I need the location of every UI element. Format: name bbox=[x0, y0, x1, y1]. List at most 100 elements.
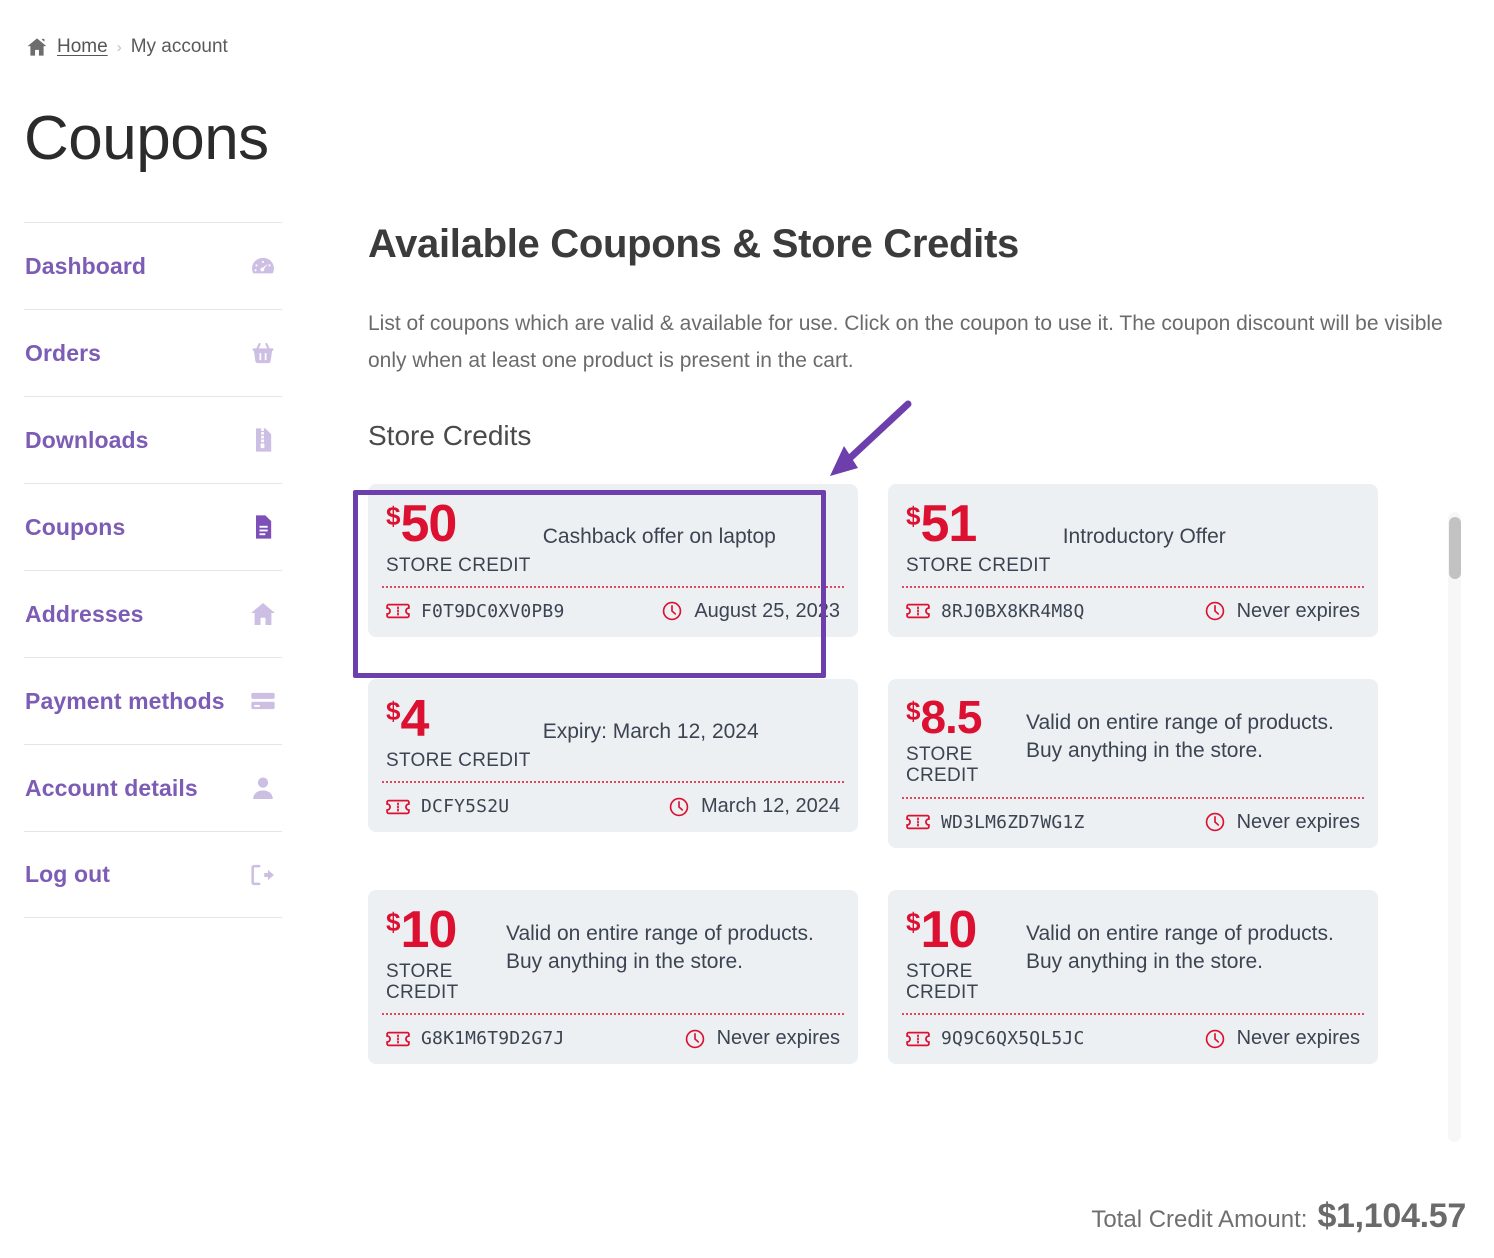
coupon-amount-value: 8.5 bbox=[920, 690, 982, 743]
coupon-slot: $8.5 STORE CREDIT Valid on entire range of… bbox=[888, 678, 1378, 848]
coupon-expiry-group: Never expires bbox=[684, 1027, 840, 1050]
coupon-credit-label: STORE CREDIT bbox=[386, 554, 531, 576]
scrollbar-track[interactable] bbox=[1448, 512, 1461, 1142]
coupon-slot: $10 STORE CREDIT Valid on entire range of … bbox=[368, 889, 858, 1065]
breadcrumb: Home › My account bbox=[26, 36, 228, 58]
sidebar-item-payment-methods[interactable]: Payment methods bbox=[24, 657, 282, 744]
coupon-amount-value: 51 bbox=[920, 494, 977, 553]
coupon-amount-block: $50 STORE CREDIT bbox=[386, 498, 531, 576]
coupon-card-top: $51 STORE CREDIT Introductory Offer bbox=[906, 498, 1360, 586]
sidebar-item-account-details[interactable]: Account details bbox=[24, 744, 282, 831]
home-icon bbox=[26, 36, 48, 58]
breadcrumb-home-link[interactable]: Home bbox=[57, 36, 108, 58]
sidebar-item-label: Account details bbox=[25, 774, 198, 801]
breadcrumb-separator-icon: › bbox=[116, 38, 122, 56]
coupon-expiry: Never expires bbox=[1236, 810, 1360, 833]
sidebar-item-label: Log out bbox=[25, 861, 110, 887]
page-title: Coupons bbox=[24, 104, 269, 173]
coupon-code: WD3LM6ZD7WG1Z bbox=[941, 811, 1085, 833]
section-title-store-credits: Store Credits bbox=[368, 419, 532, 451]
coupon-amount-value: 4 bbox=[400, 689, 429, 748]
coupon-currency-symbol: $ bbox=[906, 500, 921, 531]
coupon-code-group: G8K1M6T9D2G7J bbox=[386, 1028, 564, 1049]
ticket-icon bbox=[906, 1030, 930, 1048]
coupon-card-bottom: DCFY5S2U March 12, 2024 bbox=[386, 783, 840, 820]
coupon-description: Introductory Offer bbox=[1062, 524, 1226, 548]
total-credit-label: Total Credit Amount: bbox=[1091, 1206, 1308, 1233]
coupon-card[interactable]: $4 STORE CREDIT Expiry: March 12, 2024 DCFY… bbox=[368, 678, 858, 833]
coupon-card[interactable]: $10 STORE CREDIT Valid on entire range of … bbox=[888, 889, 1378, 1065]
coupon-expiry-group: Never expires bbox=[1204, 600, 1360, 623]
coupon-slot: $50 STORE CREDIT Cashback offer on laptop F… bbox=[368, 483, 858, 637]
coupon-amount-line: $51 bbox=[906, 494, 1051, 553]
coupon-row: $10 STORE CREDIT Valid on entire range of … bbox=[368, 889, 1428, 1065]
logout-arrow-icon bbox=[248, 860, 278, 890]
coupon-code-group: 8RJ0BX8KR4M8Q bbox=[906, 601, 1084, 622]
main-content: Available Coupons & Store Credits List o… bbox=[368, 222, 1446, 1106]
coupon-currency-symbol: $ bbox=[386, 500, 401, 531]
sidebar-item-addresses[interactable]: Addresses bbox=[24, 570, 282, 657]
coupon-expiry-group: March 12, 2024 bbox=[668, 795, 840, 818]
coupon-currency-symbol: $ bbox=[906, 695, 921, 726]
ticket-icon bbox=[386, 1030, 410, 1048]
coupon-code: F0T9DC0XV0PB9 bbox=[421, 600, 565, 622]
coupon-slot: $4 STORE CREDIT Expiry: March 12, 2024 DCFY… bbox=[368, 678, 858, 833]
coupon-expiry-group: Never expires bbox=[1204, 1027, 1360, 1050]
house-icon bbox=[248, 599, 278, 629]
coupon-credit-label: STORE CREDIT bbox=[386, 960, 459, 1003]
person-icon bbox=[248, 773, 278, 803]
basket-icon bbox=[248, 338, 278, 368]
document-lines-icon bbox=[248, 512, 278, 542]
coupon-amount-block: $10 STORE CREDIT bbox=[386, 904, 494, 1003]
sidebar-item-label: Orders bbox=[25, 339, 102, 366]
coupon-currency-symbol: $ bbox=[386, 906, 401, 937]
coupon-card[interactable]: $10 STORE CREDIT Valid on entire range of … bbox=[368, 889, 858, 1065]
coupon-code: DCFY5S2U bbox=[421, 796, 510, 818]
coupon-card-top: $50 STORE CREDIT Cashback offer on laptop bbox=[386, 498, 840, 586]
coupon-code-group: WD3LM6ZD7WG1Z bbox=[906, 812, 1084, 833]
coupon-expiry: Never expires bbox=[1236, 1027, 1360, 1050]
coupon-amount-line: $10 bbox=[906, 900, 1014, 959]
clock-icon bbox=[1204, 811, 1226, 833]
coupon-amount-value: 50 bbox=[400, 494, 457, 553]
coupon-amount-value: 10 bbox=[400, 900, 457, 959]
sidebar-item-label: Addresses bbox=[25, 600, 144, 627]
coupon-amount-block: $10 STORE CREDIT bbox=[906, 904, 1014, 1003]
coupon-description: Valid on entire range of products. Buy a… bbox=[1026, 921, 1334, 973]
coupon-credit-label: STORE CREDIT bbox=[386, 749, 531, 771]
coupon-card[interactable]: $50 STORE CREDIT Cashback offer on laptop F… bbox=[368, 483, 858, 637]
coupon-card[interactable]: $51 STORE CREDIT Introductory Offer 8RJ0BX8… bbox=[888, 483, 1378, 637]
coupon-card-bottom: F0T9DC0XV0PB9 August 25, 2023 bbox=[386, 588, 840, 625]
sidebar-item-label: Dashboard bbox=[25, 252, 147, 279]
coupon-description: Valid on entire range of products. Buy a… bbox=[506, 921, 814, 973]
coupon-expiry: Never expires bbox=[716, 1027, 840, 1050]
account-sidebar: Dashboard Orders Downloads Coupons Addresses… bbox=[24, 222, 282, 918]
coupon-card-bottom: 8RJ0BX8KR4M8Q Never expires bbox=[906, 588, 1360, 625]
sidebar-item-coupons[interactable]: Coupons bbox=[24, 483, 282, 570]
coupon-expiry-group: August 25, 2023 bbox=[661, 600, 840, 623]
coupon-card-top: $8.5 STORE CREDIT Valid on entire range of… bbox=[906, 693, 1360, 797]
coupon-amount-value: 10 bbox=[920, 900, 977, 959]
clock-icon bbox=[668, 796, 690, 818]
coupon-amount-block: $51 STORE CREDIT bbox=[906, 498, 1051, 576]
breadcrumb-current: My account bbox=[130, 36, 228, 57]
coupon-code-group: F0T9DC0XV0PB9 bbox=[386, 601, 564, 622]
scrollbar-thumb[interactable] bbox=[1449, 517, 1461, 579]
coupon-amount-line: $8.5 bbox=[906, 690, 1014, 743]
coupon-description: Expiry: March 12, 2024 bbox=[542, 720, 759, 744]
clock-icon bbox=[661, 600, 683, 622]
sidebar-item-orders[interactable]: Orders bbox=[24, 309, 282, 396]
dashboard-gauge-icon bbox=[248, 251, 278, 281]
zip-file-icon bbox=[248, 425, 278, 455]
coupon-code-group: DCFY5S2U bbox=[386, 796, 509, 817]
clock-icon bbox=[1204, 600, 1226, 622]
coupon-credit-label: STORE CREDIT bbox=[906, 960, 979, 1003]
total-credit-row: Total Credit Amount: $1,104.57 bbox=[1091, 1197, 1466, 1236]
coupon-card[interactable]: $8.5 STORE CREDIT Valid on entire range of… bbox=[888, 678, 1378, 848]
sidebar-item-log-out[interactable]: Log out bbox=[24, 831, 282, 918]
coupon-card-bottom: G8K1M6T9D2G7J Never expires bbox=[386, 1015, 840, 1052]
sidebar-item-dashboard[interactable]: Dashboard bbox=[24, 222, 282, 309]
sidebar-item-downloads[interactable]: Downloads bbox=[24, 396, 282, 483]
coupon-currency-symbol: $ bbox=[906, 906, 921, 937]
clock-icon bbox=[684, 1028, 706, 1050]
